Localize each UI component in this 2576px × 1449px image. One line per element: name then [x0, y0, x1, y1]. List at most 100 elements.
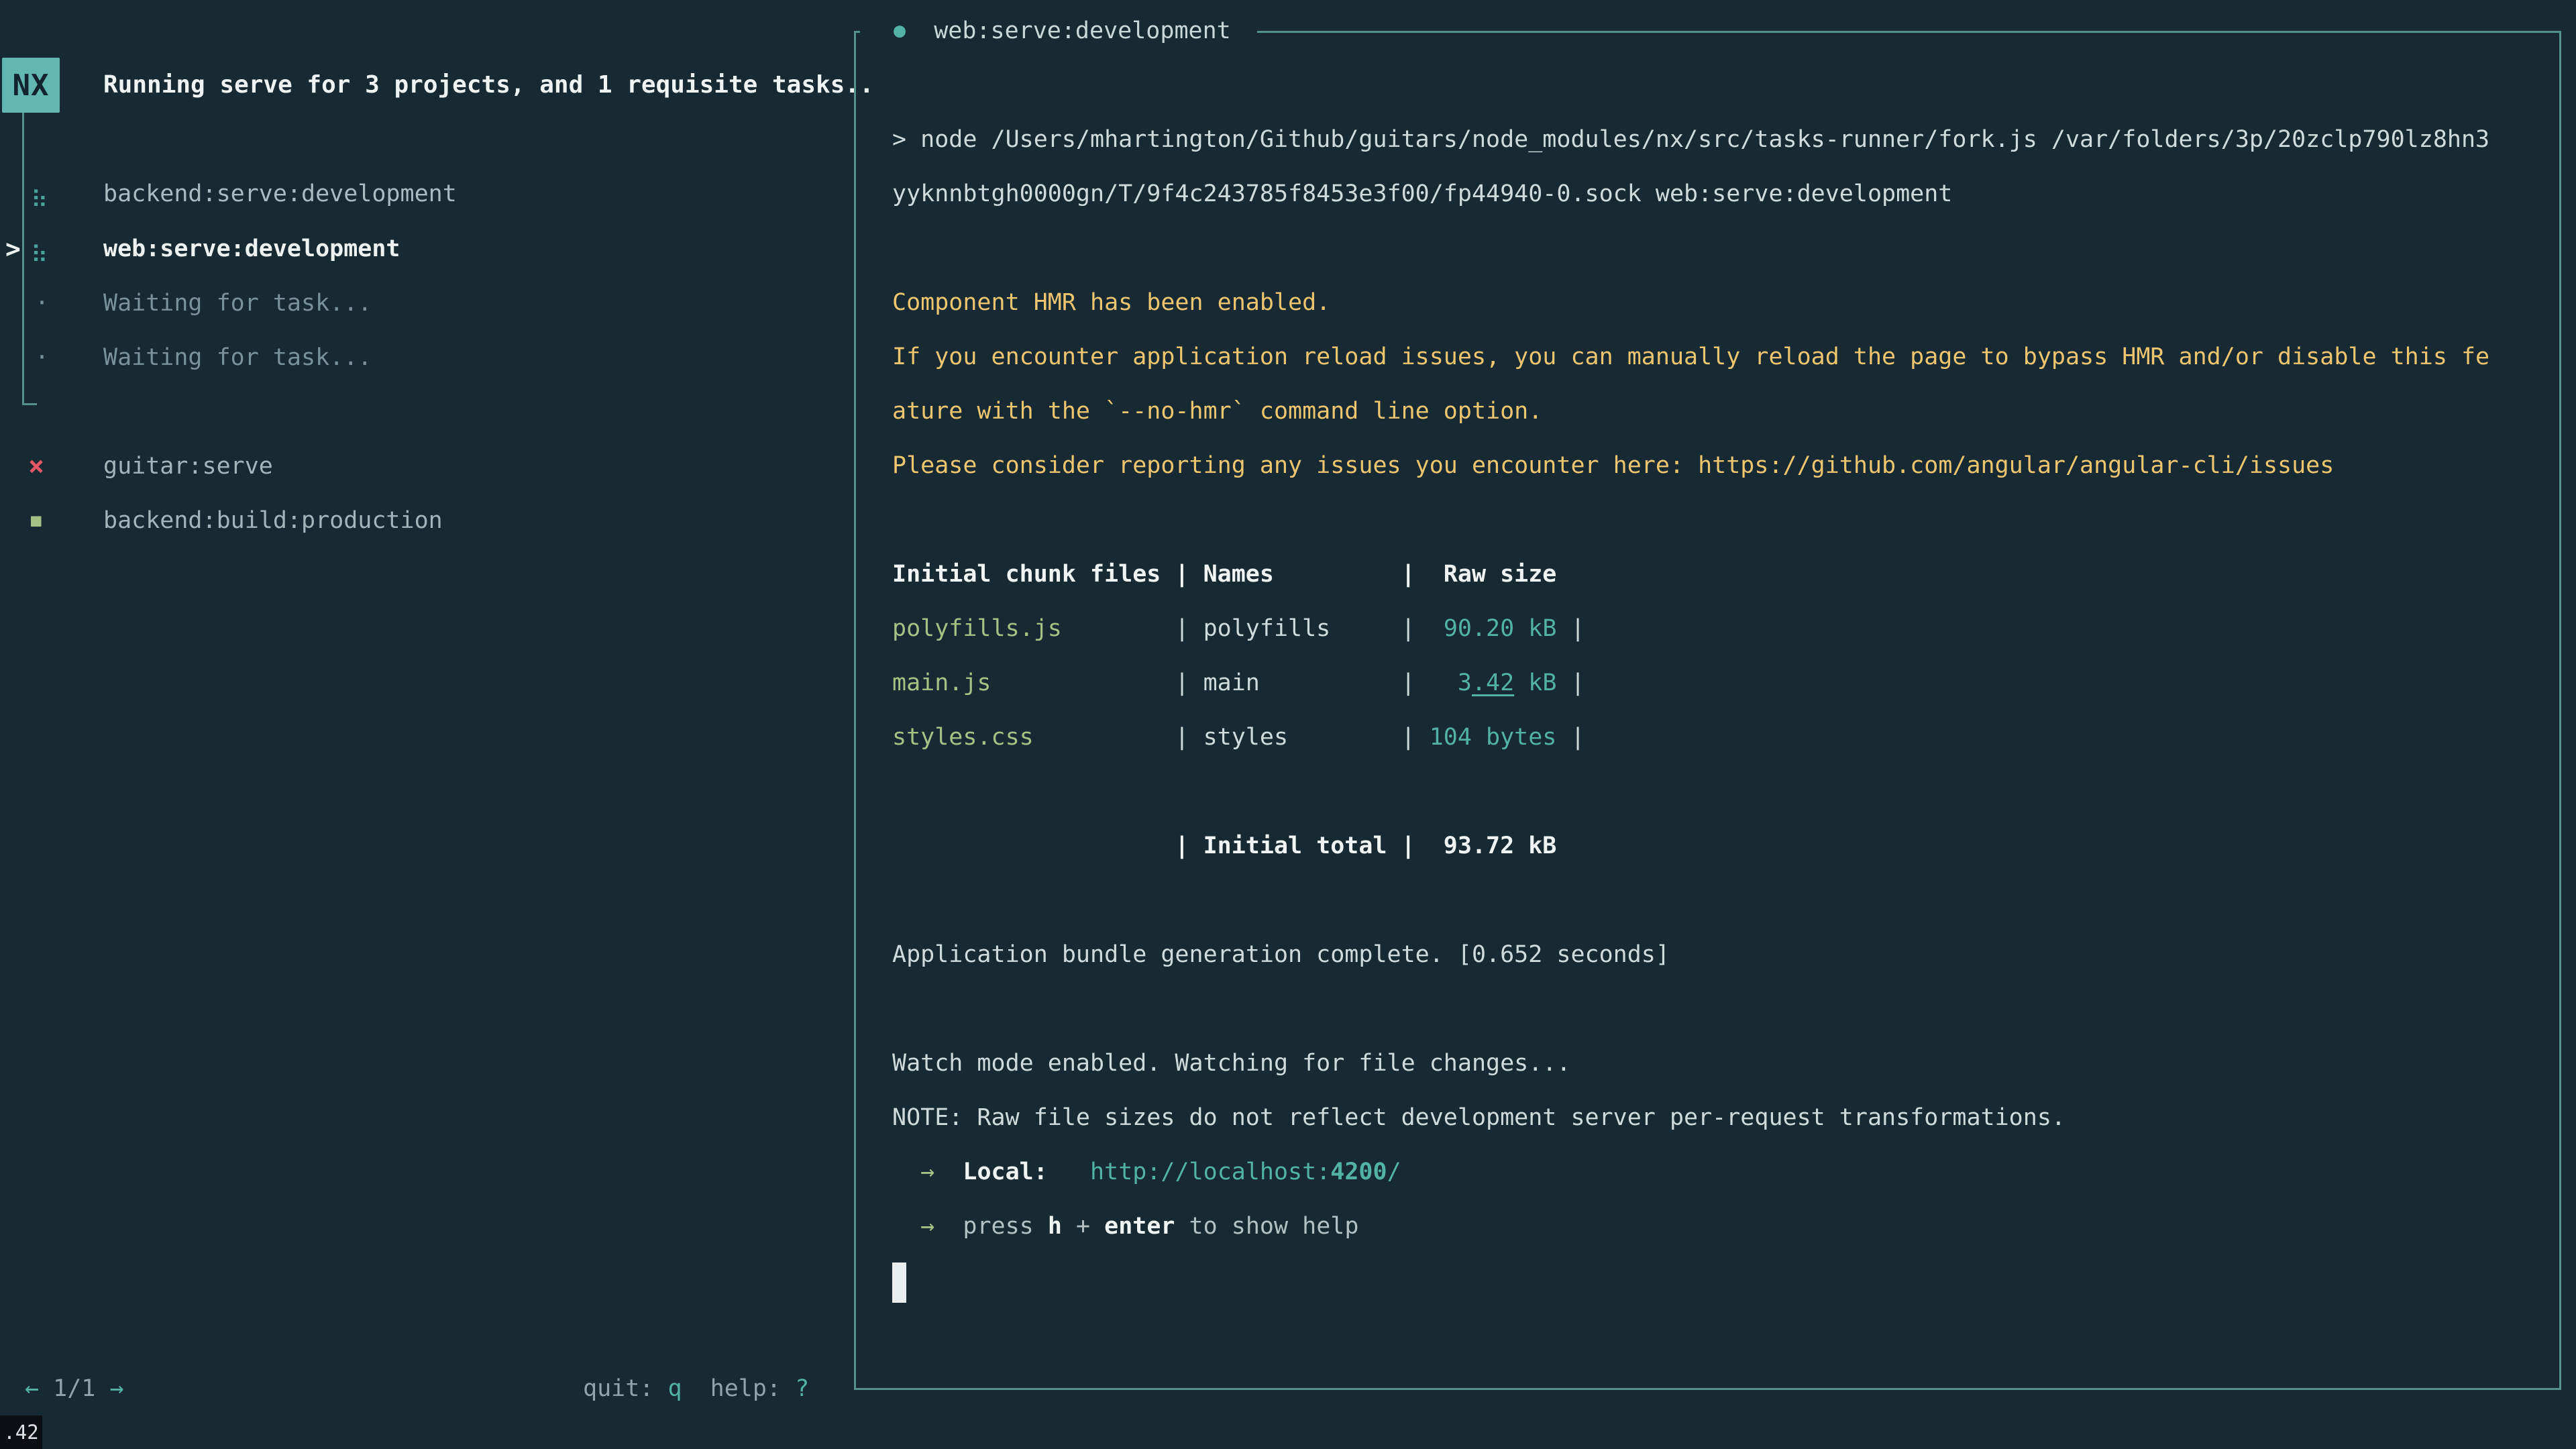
terminal-line: | Initial total | 93.72 kB: [892, 819, 2522, 873]
task-label: guitar:serve: [103, 448, 273, 484]
terminal-text-segment: to show help: [1175, 1213, 1358, 1240]
help-key: ?: [795, 1375, 809, 1402]
nx-logo: NX: [2, 58, 60, 113]
selected-task-caret-icon: >: [5, 231, 21, 267]
terminal-text-segment: [892, 1213, 920, 1240]
terminal-text-segment: polyfills.js: [892, 615, 1062, 642]
keyboard-hints: quit: q help: ?: [583, 1371, 809, 1406]
terminal-text-segment: |: [1556, 669, 1585, 696]
terminal-line: > node /Users/mhartington/Github/guitars…: [892, 113, 2522, 167]
corner-overlay-badge: .42: [0, 1415, 42, 1449]
terminal-text-segment: If you encounter application reload issu…: [892, 343, 2489, 370]
terminal-text-segment: →: [920, 1213, 934, 1240]
terminal-link[interactable]: https://github.com/angular/angular-cli/i…: [1698, 452, 2334, 479]
task-label: Waiting for task...: [103, 285, 372, 321]
pager-next-icon[interactable]: →: [109, 1375, 123, 1402]
terminal-text-segment: Initial chunk files | Names | Raw size: [892, 561, 1556, 588]
terminal-text-segment: ature with the `--no-hmr` command line o…: [892, 398, 1542, 425]
terminal-link[interactable]: 4200: [1330, 1159, 1387, 1185]
help-hint-label: help:: [682, 1375, 796, 1402]
panel-title: web:serve:development: [906, 17, 1231, 44]
running-status-dot-icon: ●: [894, 19, 906, 42]
task-label: Waiting for task...: [103, 339, 372, 376]
terminal-text-segment: | main |: [991, 669, 1458, 696]
spinner-icon: ⣦: [31, 231, 48, 267]
terminal-text-segment: press: [963, 1213, 1047, 1240]
terminal-text-segment: Watch mode enabled. Watching for file ch…: [892, 1050, 1570, 1077]
terminal-text-segment: 3: [1458, 669, 1472, 696]
task-group-line-corner: [22, 403, 37, 405]
terminal-link[interactable]: http://localhost:: [1090, 1159, 1330, 1185]
task-row[interactable]: × guitar:serve: [0, 448, 845, 484]
terminal-line: yyknnbtgh0000gn/T/9f4c243785f8453e3f00/f…: [892, 167, 2522, 221]
terminal-text-segment: |: [1556, 615, 1585, 642]
terminal-text-segment: [892, 1159, 920, 1185]
terminal-line: [892, 221, 2522, 276]
terminal-text-segment: > node /Users/mhartington/Github/guitars…: [892, 126, 2489, 153]
task-label: backend:serve:development: [103, 176, 457, 212]
terminal-text-segment: styles.css: [892, 724, 1034, 751]
task-row[interactable]: · Waiting for task...: [0, 285, 845, 321]
terminal-text-segment: | polyfills |: [1062, 615, 1444, 642]
terminal-line: styles.css | styles | 104 bytes |: [892, 710, 2522, 765]
terminal-text-segment: Local:: [963, 1159, 1047, 1185]
terminal-text-segment: Please consider reporting any issues you…: [892, 452, 1698, 479]
terminal-text-segment: yyknnbtgh0000gn/T/9f4c243785f8453e3f00/f…: [892, 180, 1952, 207]
terminal-line: ature with the `--no-hmr` command line o…: [892, 384, 2522, 439]
terminal-text-segment: enter: [1104, 1213, 1175, 1240]
terminal-text-segment: [934, 1213, 963, 1240]
terminal-text-segment: main.js: [892, 669, 991, 696]
terminal-text-segment: kB: [1514, 669, 1556, 696]
task-row[interactable]: · Waiting for task...: [0, 339, 845, 376]
terminal-line: → Local: http://localhost:4200/: [892, 1145, 2522, 1199]
terminal-text-segment: |: [1556, 724, 1585, 751]
terminal-line: [892, 873, 2522, 928]
terminal-line: Watch mode enabled. Watching for file ch…: [892, 1036, 2522, 1091]
task-pager: ← 1/1 →: [25, 1371, 124, 1406]
terminal-line: Application bundle generation complete. …: [892, 928, 2522, 982]
task-label: web:serve:development: [103, 231, 400, 267]
terminal-line: → press h + enter to show help: [892, 1199, 2522, 1254]
spinner-icon: ⣦: [31, 176, 48, 212]
terminal-text-segment: +: [1062, 1213, 1104, 1240]
terminal-line: [892, 982, 2522, 1036]
waiting-dot-icon: ·: [35, 339, 49, 376]
terminal-output: > node /Users/mhartington/Github/guitars…: [892, 113, 2522, 1254]
terminal-line: Initial chunk files | Names | Raw size: [892, 547, 2522, 602]
terminal-text-segment: [1048, 1159, 1090, 1185]
panel-header: ● web:serve:development: [894, 13, 1231, 48]
task-row[interactable]: > ⣦ web:serve:development: [0, 231, 845, 267]
terminal-line: Component HMR has been enabled.: [892, 276, 2522, 330]
terminal-line: If you encounter application reload issu…: [892, 330, 2522, 384]
terminal-screen: NX Running serve for 3 projects, and 1 r…: [0, 0, 2576, 1449]
terminal-text-segment: 104 bytes: [1430, 724, 1557, 751]
pager-prev-icon[interactable]: ←: [25, 1375, 39, 1402]
terminal-text-segment: NOTE: Raw file sizes do not reflect deve…: [892, 1104, 2065, 1131]
terminal-line: main.js | main | 3.42 kB |: [892, 656, 2522, 710]
task-row[interactable]: ■ backend:build:production: [0, 502, 845, 539]
failed-cross-icon: ×: [28, 448, 44, 484]
terminal-text-segment: Application bundle generation complete. …: [892, 941, 1670, 968]
task-row[interactable]: ⣦ backend:serve:development: [0, 176, 845, 212]
quit-key: q: [667, 1375, 682, 1402]
terminal-text-segment: .42: [1472, 669, 1514, 696]
pager-page-indicator: 1/1: [39, 1375, 109, 1402]
terminal-text-segment: [934, 1159, 963, 1185]
terminal-text-segment: h: [1048, 1213, 1062, 1240]
quit-hint-label: quit:: [583, 1375, 667, 1402]
terminal-text-segment: 90.20 kB: [1444, 615, 1557, 642]
nx-logo-text: NX: [13, 68, 50, 103]
terminal-text-segment: Component HMR has been enabled.: [892, 289, 1330, 316]
terminal-link[interactable]: /: [1387, 1159, 1401, 1185]
task-label: backend:build:production: [103, 502, 443, 539]
success-square-icon: ■: [31, 502, 42, 539]
terminal-line: Please consider reporting any issues you…: [892, 439, 2522, 493]
terminal-line: NOTE: Raw file sizes do not reflect deve…: [892, 1091, 2522, 1145]
terminal-text-segment: →: [920, 1159, 934, 1185]
terminal-cursor: [892, 1263, 906, 1303]
waiting-dot-icon: ·: [35, 285, 49, 321]
terminal-text-segment: | styles |: [1034, 724, 1430, 751]
terminal-line: [892, 493, 2522, 547]
run-summary-title: Running serve for 3 projects, and 1 requ…: [103, 68, 874, 103]
terminal-line: [892, 765, 2522, 819]
